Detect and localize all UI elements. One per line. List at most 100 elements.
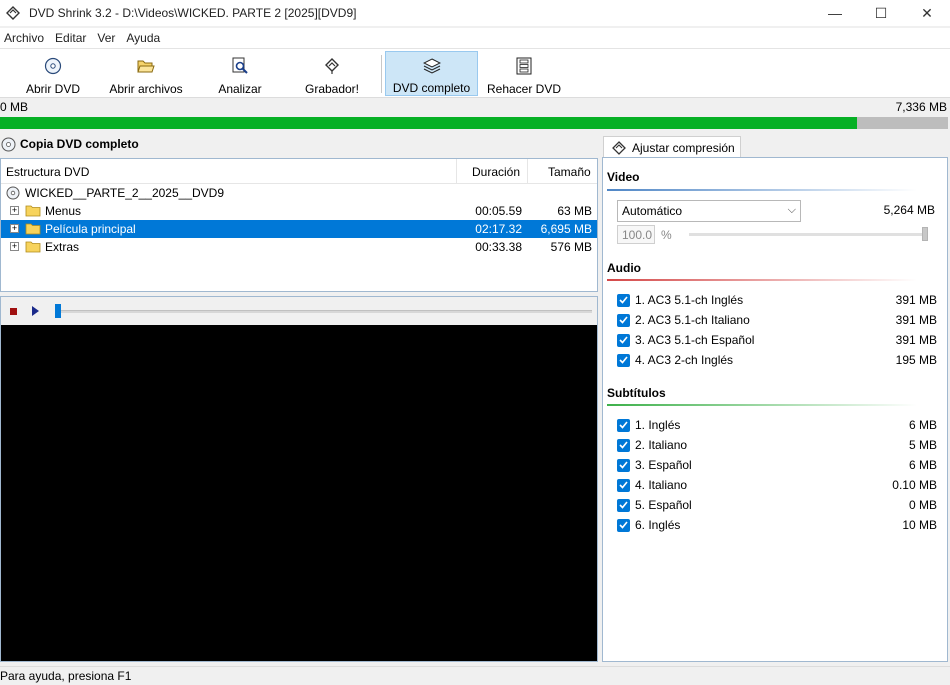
burner-icon	[323, 56, 341, 76]
tab-label: Ajustar compresión	[632, 140, 735, 155]
expand-icon[interactable]: +	[10, 206, 19, 215]
menu-ayuda[interactable]: Ayuda	[122, 31, 167, 45]
subtitle-track-1[interactable]: 1. Inglés 6 MB	[617, 416, 937, 434]
filmstrip-icon	[516, 56, 532, 76]
track-size: 6 MB	[908, 418, 937, 432]
subtitle-track-3[interactable]: 3. Español 6 MB	[617, 456, 937, 474]
disc-icon	[1, 137, 16, 152]
column-structure[interactable]: Estructura DVD	[6, 165, 89, 179]
menu-bar: Archivo Editar Ver Ayuda	[0, 28, 950, 48]
burner-button[interactable]: Grabador!	[300, 51, 364, 96]
item-size: 576 MB	[550, 240, 592, 254]
subtitle-track-5[interactable]: 5. Español 0 MB	[617, 496, 937, 514]
size-min-label: 0 MB	[0, 100, 29, 114]
open-folder-icon	[137, 56, 155, 76]
checkbox[interactable]	[617, 478, 630, 492]
menu-archivo[interactable]: Archivo	[0, 31, 51, 45]
analyze-button[interactable]: Analizar	[212, 51, 268, 96]
tree-root[interactable]: WICKED__PARTE_2__2025__DVD9	[1, 184, 597, 202]
audio-section-divider	[607, 279, 917, 281]
analyze-label: Analizar	[218, 82, 262, 96]
window-title: DVD Shrink 3.2 - D:\Videos\WICKED. PARTE…	[29, 6, 357, 20]
toolbar-separator	[381, 55, 382, 93]
checkbox[interactable]	[617, 498, 630, 512]
subtitles-section-title: Subtítulos	[607, 386, 666, 400]
magnifier-document-icon	[231, 56, 249, 76]
checkbox[interactable]	[617, 293, 630, 307]
title-bar: DVD Shrink 3.2 - D:\Videos\WICKED. PARTE…	[0, 0, 950, 26]
play-icon[interactable]	[32, 306, 39, 316]
subtitle-track-6[interactable]: 6. Inglés 10 MB	[617, 516, 937, 534]
app-logo-icon	[5, 5, 21, 21]
subtitles-section-divider	[607, 404, 917, 406]
tree-row-extras[interactable]: + Extras 00:33.38 576 MB	[1, 238, 597, 256]
seek-handle[interactable]	[55, 304, 61, 318]
checkbox[interactable]	[617, 518, 630, 532]
tab-adjust-compression[interactable]: Ajustar compresión	[603, 136, 741, 158]
track-label: 4. Italiano	[635, 478, 688, 492]
column-size[interactable]: Tamaño	[548, 165, 591, 179]
item-duration: 02:17.32	[475, 222, 522, 236]
track-size: 195 MB	[895, 353, 937, 367]
checkbox[interactable]	[617, 333, 630, 347]
full-dvd-button[interactable]: DVD completo	[385, 51, 478, 96]
folder-icon	[25, 240, 41, 256]
track-size: 391 MB	[895, 293, 937, 307]
disc-stack-icon	[422, 57, 441, 75]
audio-track-1[interactable]: 1. AC3 5.1-ch Inglés 391 MB	[617, 291, 937, 309]
root-name: WICKED__PARTE_2__2025__DVD9	[25, 186, 224, 200]
checkbox[interactable]	[617, 313, 630, 327]
seek-bar[interactable]	[56, 310, 592, 313]
expand-icon[interactable]: +	[10, 242, 19, 251]
open-files-button[interactable]: Abrir archivos	[105, 51, 187, 96]
track-size: 10 MB	[902, 518, 937, 532]
chevron-down-icon: ⌵	[787, 204, 796, 216]
close-button[interactable]: ✕	[904, 0, 950, 26]
subtitle-track-2[interactable]: 2. Italiano 5 MB	[617, 436, 937, 454]
compression-slider-handle[interactable]	[922, 227, 928, 241]
column-divider	[456, 159, 457, 184]
open-dvd-button[interactable]: Abrir DVD	[20, 51, 86, 96]
folder-icon	[25, 204, 41, 220]
disc-icon	[44, 56, 62, 76]
track-size: 6 MB	[908, 458, 937, 472]
open-files-label: Abrir archivos	[109, 82, 183, 96]
video-section-title: Video	[607, 170, 640, 184]
checkbox[interactable]	[617, 438, 630, 452]
disc-icon	[6, 186, 20, 203]
subtitle-track-4[interactable]: 4. Italiano 0.10 MB	[617, 476, 937, 494]
percent-sign: %	[661, 228, 672, 242]
dvd-structure-list[interactable]: Estructura DVD Duración Tamaño WICKED__P…	[0, 158, 598, 292]
audio-track-3[interactable]: 3. AC3 5.1-ch Español 391 MB	[617, 331, 937, 349]
audio-track-4[interactable]: 4. AC3 2-ch Inglés 195 MB	[617, 351, 937, 369]
status-text: Para ayuda, presiona F1	[0, 669, 132, 683]
compression-slider[interactable]	[689, 233, 927, 236]
burner-label: Grabador!	[304, 82, 360, 96]
maximize-button[interactable]: ☐	[858, 0, 904, 26]
track-size: 391 MB	[895, 333, 937, 347]
compression-percent-input[interactable]: 100.0	[617, 225, 655, 244]
menu-ver[interactable]: Ver	[93, 31, 122, 45]
checkbox[interactable]	[617, 418, 630, 432]
expand-icon[interactable]: +	[10, 224, 19, 233]
item-size: 6,695 MB	[540, 222, 592, 236]
minimize-button[interactable]: —	[812, 0, 858, 26]
stop-icon[interactable]	[10, 308, 17, 315]
left-panel-title: Copia DVD completo	[20, 137, 139, 151]
folder-icon	[25, 222, 41, 238]
tree-row-main-movie[interactable]: + Película principal 02:17.32 6,695 MB	[1, 220, 597, 238]
size-progress-bar	[0, 117, 948, 129]
reauthor-button[interactable]: Rehacer DVD	[486, 51, 562, 96]
video-mode-select[interactable]: Automático ⌵	[617, 200, 801, 222]
status-bar: Para ayuda, presiona F1	[0, 666, 950, 685]
minimize-icon: —	[828, 5, 842, 21]
video-preview	[1, 325, 597, 661]
checkbox[interactable]	[617, 353, 630, 367]
tree-row-menus[interactable]: + Menus 00:05.59 63 MB	[1, 202, 597, 220]
audio-track-2[interactable]: 2. AC3 5.1-ch Italiano 391 MB	[617, 311, 937, 329]
video-mode-value: Automático	[622, 204, 683, 218]
checkbox[interactable]	[617, 458, 630, 472]
column-duration[interactable]: Duración	[472, 165, 520, 179]
menu-editar[interactable]: Editar	[51, 31, 93, 45]
item-size: 63 MB	[557, 204, 592, 218]
